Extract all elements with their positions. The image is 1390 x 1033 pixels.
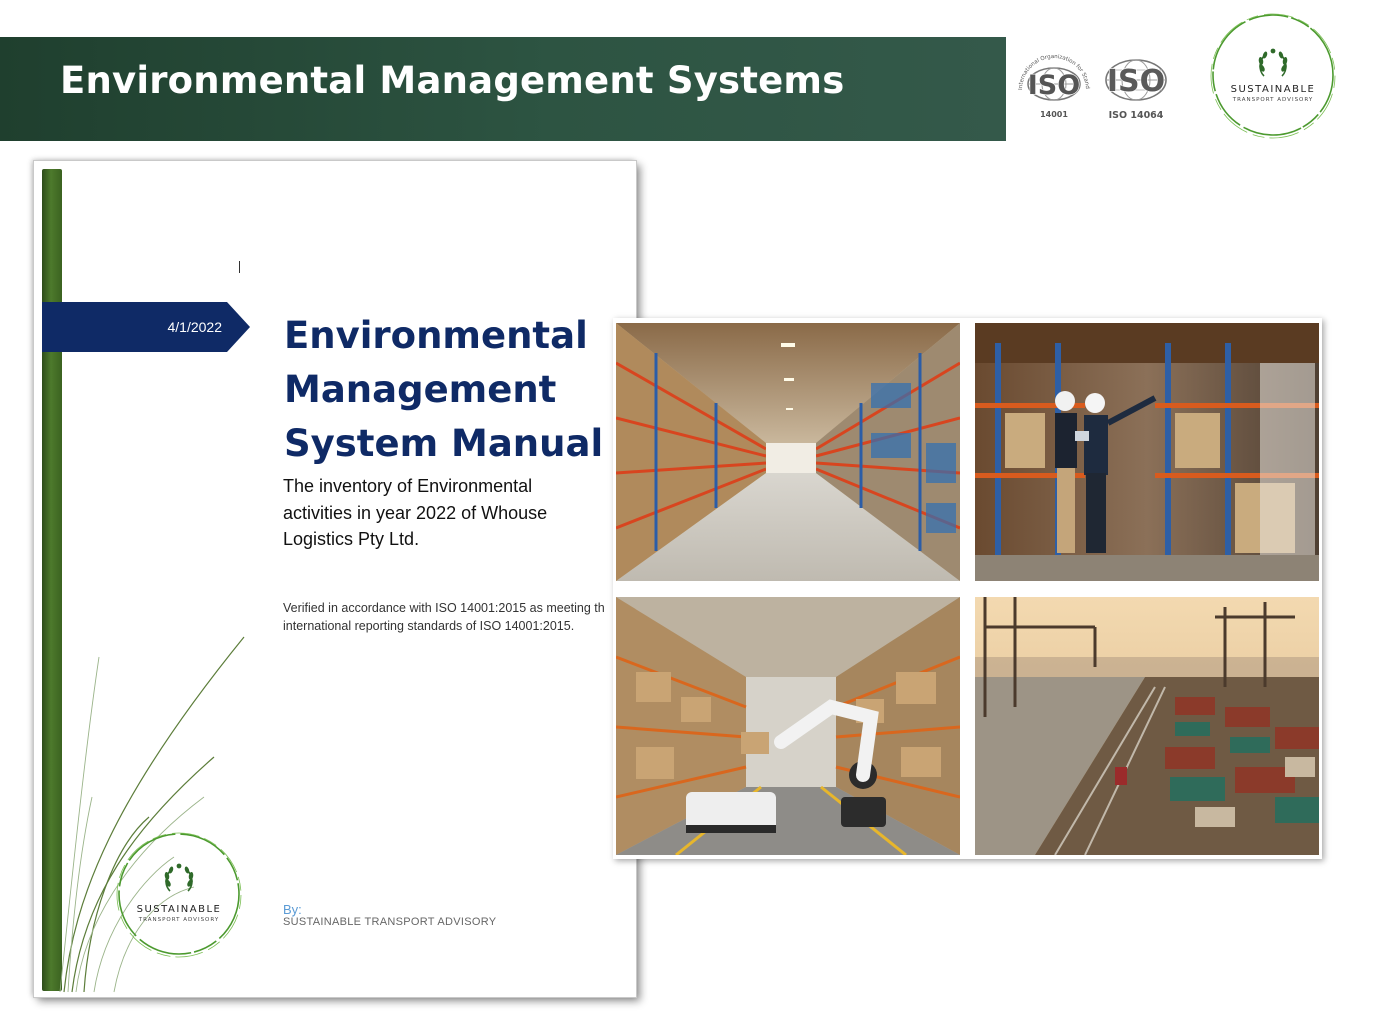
svg-text:ISO: ISO — [1107, 64, 1165, 99]
date-tag: 4/1/2022 — [42, 302, 252, 352]
cover-date: 4/1/2022 — [167, 319, 223, 335]
brand-tagline: TRANSPORT ADVISORY — [1232, 97, 1314, 103]
cover-title-line: Environmental — [284, 314, 588, 357]
iso-globe-icon: ISO — [1105, 59, 1167, 101]
iso-globe-icon: International Organization for Standardi… — [1012, 46, 1090, 102]
verification-line: Verified in accordance with ISO 14001:20… — [283, 601, 605, 615]
iso-14001-caption: 14001 — [1040, 110, 1068, 119]
cover-brand-logo: SUSTAINABLE TRANSPORT ADVISORY — [114, 829, 244, 959]
author-label: By: — [283, 902, 302, 917]
warehouse-robot-photo — [616, 597, 960, 855]
warehouse-aisle-photo — [616, 323, 960, 581]
cover-title-line: System Manual — [284, 422, 604, 465]
verification-statement: Verified in accordance with ISO 14001:20… — [283, 599, 636, 635]
logo-strip: International Organization for Standardi… — [1010, 0, 1390, 150]
warehouse-inspectors-photo — [975, 323, 1319, 581]
brand-name: SUSTAINABLE — [136, 904, 222, 915]
iso-14064-caption: ISO 14064 — [1108, 110, 1164, 121]
sustainable-transport-logo: SUSTAINABLE TRANSPORT ADVISORY — [1208, 10, 1338, 140]
iso-14064-logo: ISO ISO 14064 — [1096, 50, 1176, 122]
laurel-ring-icon — [1210, 13, 1336, 139]
author-name: SUSTAINABLE TRANSPORT ADVISORY — [283, 916, 497, 928]
brand-tagline: TRANSPORT ADVISORY — [138, 917, 220, 923]
cover-title-line: Management — [284, 368, 557, 411]
photo-collage — [613, 318, 1322, 859]
cover-subtitle: The inventory of Environmental activitie… — [283, 473, 593, 553]
cover-subtitle-line: activities in year 2022 of Whouse — [283, 502, 548, 523]
container-port-photo — [975, 597, 1319, 855]
cover-subtitle-line: The inventory of Environmental — [283, 476, 533, 496]
text-cursor — [239, 261, 240, 273]
brand-name: SUSTAINABLE — [1230, 84, 1316, 95]
verification-line: international reporting standards of ISO… — [283, 619, 575, 633]
header-banner: Environmental Management Systems — [0, 37, 1006, 141]
cover-subtitle-line: Logistics Pty Ltd. — [283, 529, 420, 549]
laurel-ring-icon — [116, 832, 242, 958]
manual-cover-page: 4/1/2022 Environmental Management System… — [34, 161, 636, 997]
iso-14001-logo: International Organization for Standardi… — [1012, 46, 1094, 122]
svg-text:ISO: ISO — [1028, 70, 1080, 101]
cover-title: Environmental Management System Manual — [284, 309, 636, 471]
page-title: Environmental Management Systems — [60, 59, 845, 102]
